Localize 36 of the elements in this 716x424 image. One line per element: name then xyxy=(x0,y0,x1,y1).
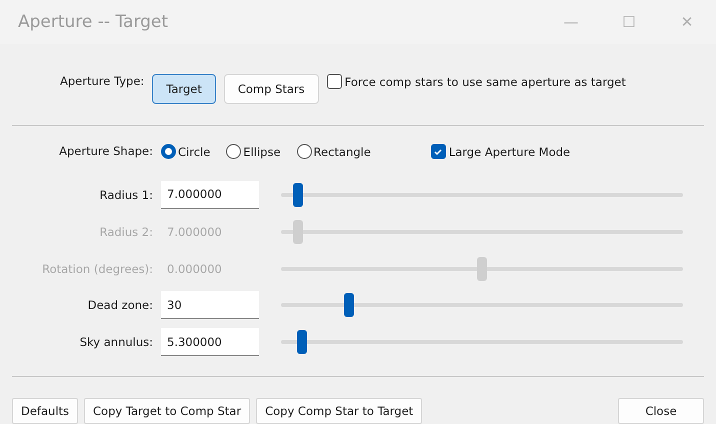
radio-label: Circle xyxy=(178,144,210,159)
aperture-shape-label: Aperture Shape: xyxy=(58,144,153,158)
action-button[interactable]: Defaults xyxy=(12,398,78,424)
action-button[interactable]: Copy Comp Star to Target xyxy=(256,398,422,424)
aperture-type-button[interactable]: Comp Stars xyxy=(224,74,319,104)
slider[interactable] xyxy=(281,293,683,318)
close-dialog-button[interactable]: Close xyxy=(618,398,704,424)
checkmark-icon xyxy=(433,146,444,157)
slider[interactable] xyxy=(281,220,683,244)
input-field[interactable]: 7.000000 xyxy=(161,180,259,209)
window-title: Aperture -- Target xyxy=(18,12,170,32)
input-field[interactable]: 5.300000 xyxy=(161,328,259,356)
slider-thumb[interactable] xyxy=(296,330,307,354)
checkbox-label: Force comp stars to use same aperture as target xyxy=(344,74,626,88)
aperture-type-label: Aperture Type: xyxy=(60,74,144,88)
slider[interactable] xyxy=(281,256,683,281)
slider[interactable] xyxy=(281,330,683,354)
radio-label: Ellipse xyxy=(243,144,281,159)
field-label: Rotation (degrees): xyxy=(41,262,153,276)
radio-label: Rectangle xyxy=(314,144,371,159)
slider[interactable] xyxy=(281,182,683,207)
radio-button[interactable] xyxy=(226,144,242,160)
aperture-type-button[interactable]: Target xyxy=(152,74,216,104)
radio-button[interactable] xyxy=(161,144,176,160)
checkbox[interactable] xyxy=(430,144,446,160)
slider-thumb[interactable] xyxy=(344,293,354,318)
checkbox[interactable] xyxy=(326,74,342,89)
field-label: Sky annulus: xyxy=(78,335,153,350)
slider-thumb[interactable] xyxy=(292,182,303,207)
field-label: Radius 2: xyxy=(98,224,153,239)
radio-button[interactable] xyxy=(296,144,312,160)
input-field[interactable]: 30 xyxy=(161,291,259,320)
action-button[interactable]: Copy Target to Comp Star xyxy=(84,398,250,424)
checkbox-label: Large Aperture Mode xyxy=(448,144,570,159)
field-label: Radius 1: xyxy=(98,188,153,202)
field-label: Dead zone: xyxy=(86,298,153,312)
